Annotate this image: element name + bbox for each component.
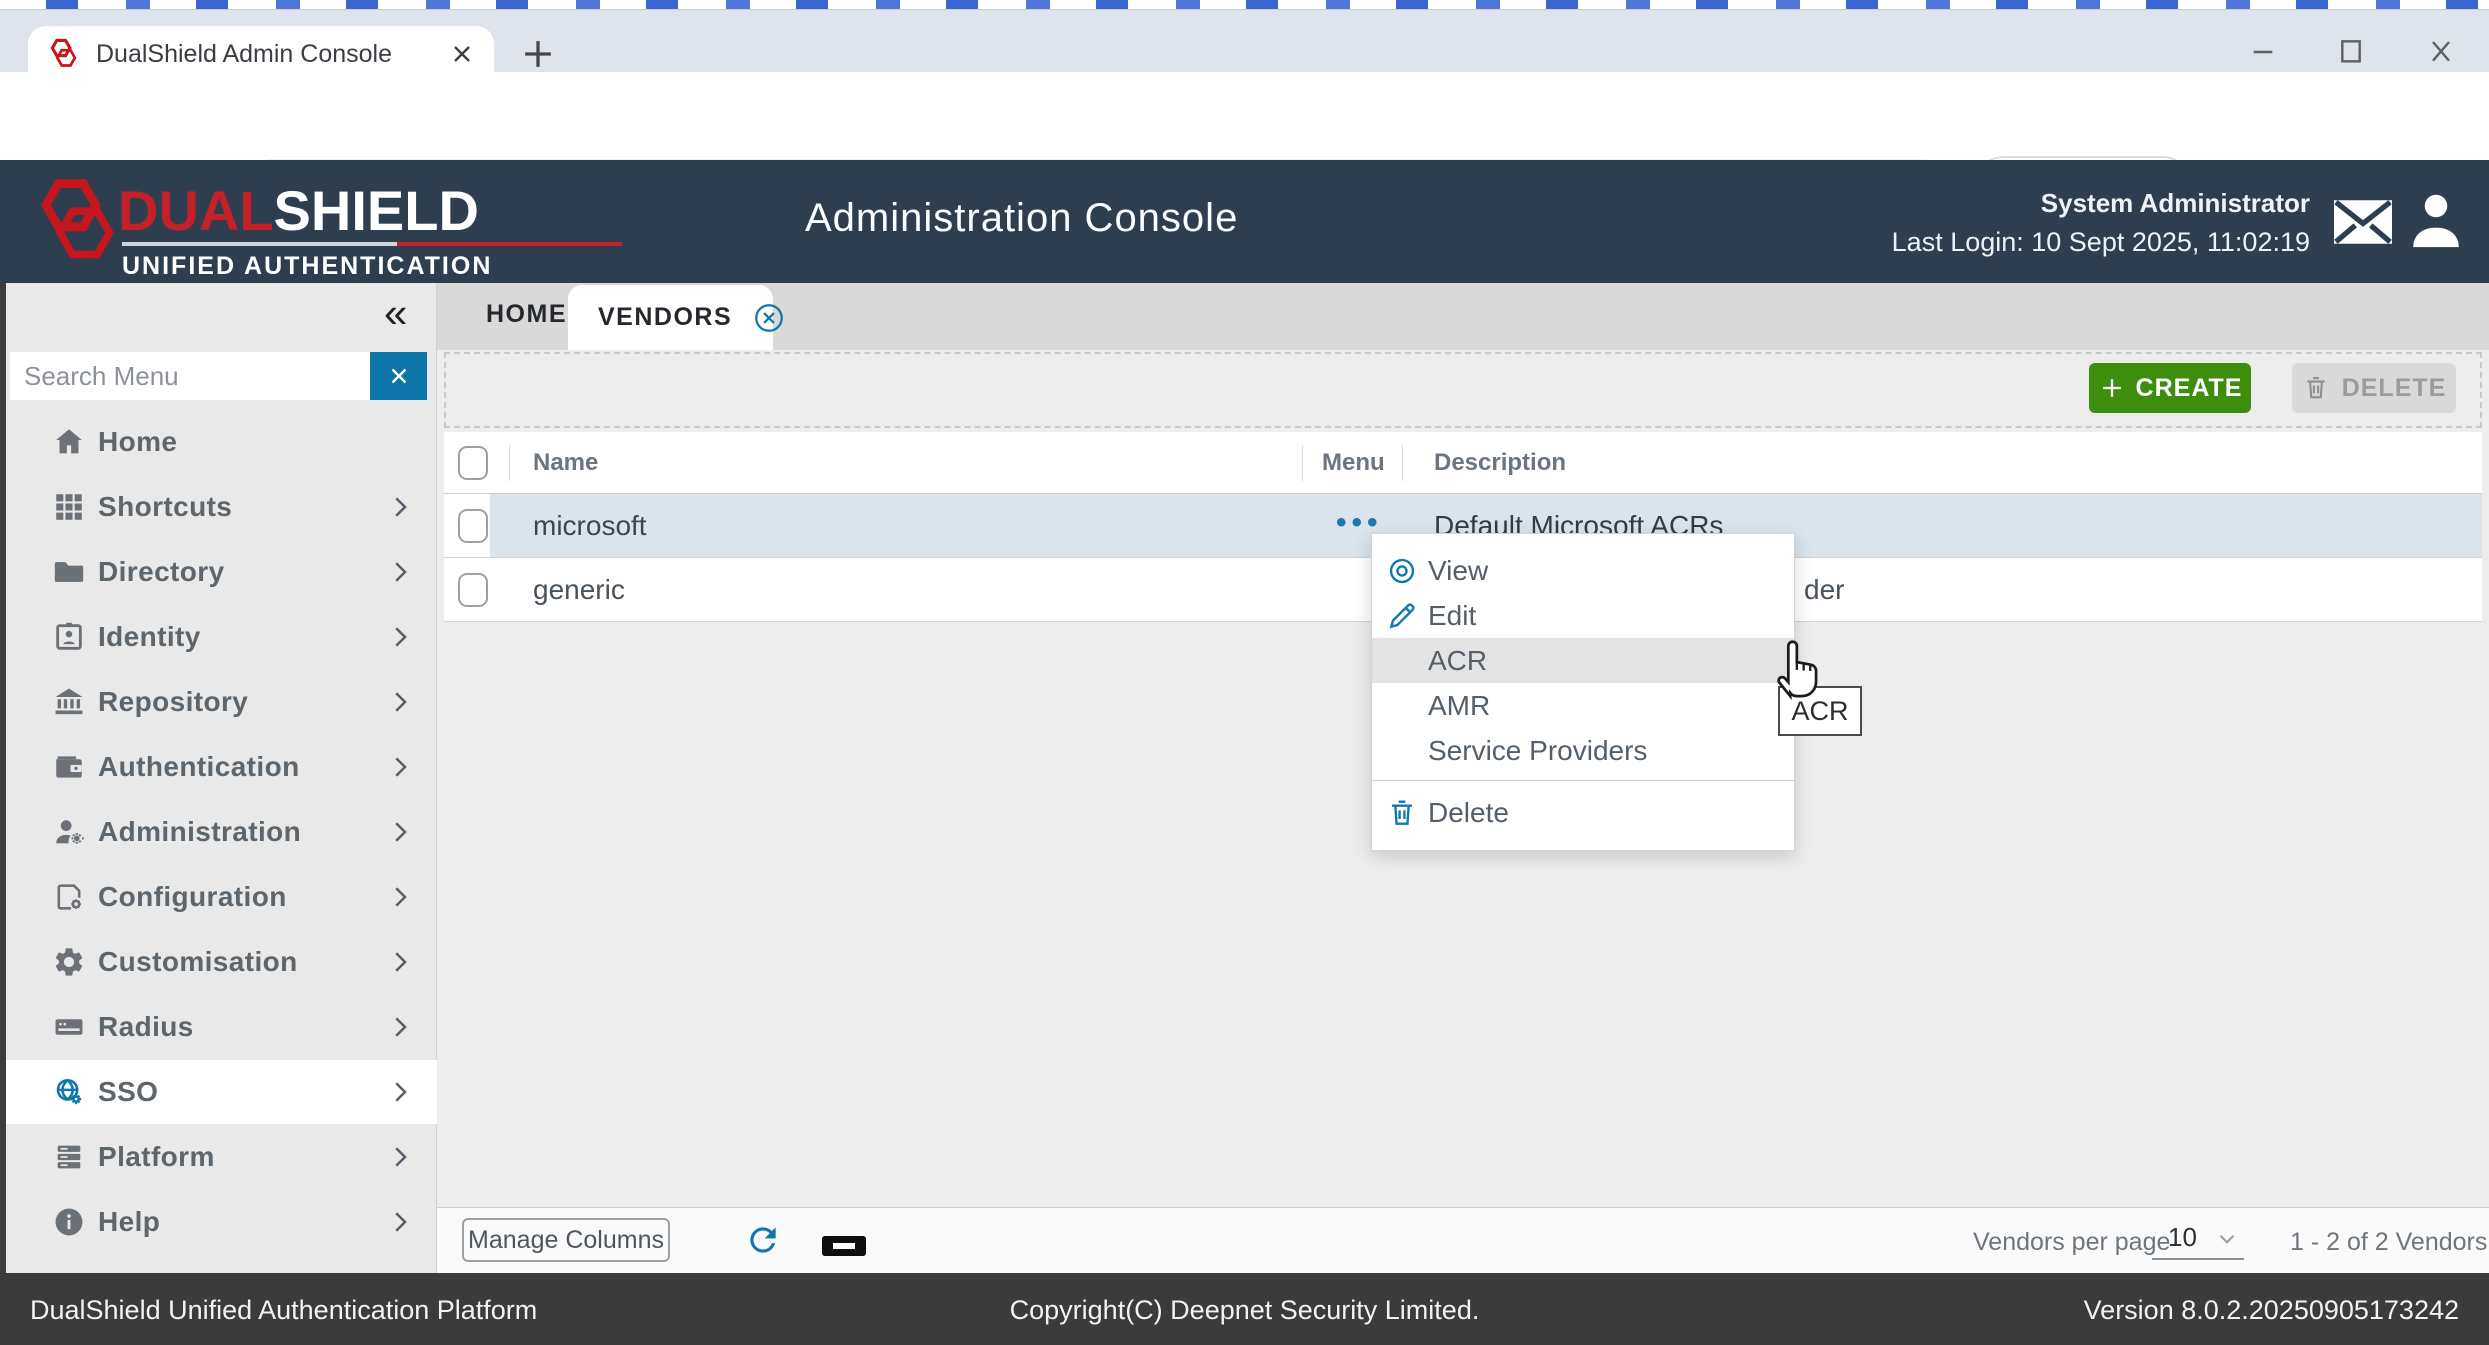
row-context-menu: View Edit ACR AMR Service Providers Dele… — [1371, 533, 1795, 851]
menu-item-service-providers[interactable]: Service Providers — [1372, 728, 1794, 773]
sidebar-item-configuration[interactable]: Configuration — [6, 865, 437, 929]
grid-icon — [52, 490, 86, 524]
chevron-right-icon — [385, 1142, 415, 1172]
tab-vendors-close-icon[interactable] — [752, 301, 786, 335]
manage-columns-button[interactable]: Manage Columns — [462, 1218, 670, 1262]
row-checkbox[interactable] — [458, 573, 488, 607]
dualshield-logo-icon — [28, 174, 124, 270]
screen: DualShield Admin Console — [0, 0, 2489, 1345]
sidebar-item-authentication[interactable]: Authentication — [6, 735, 437, 799]
search-input[interactable] — [10, 352, 370, 400]
sidebar-item-platform[interactable]: Platform — [6, 1125, 437, 1189]
sidebar-item-shortcuts[interactable]: Shortcuts — [6, 475, 437, 539]
dualshield-wordmark: DUALSHIELD — [118, 178, 479, 243]
chevron-right-icon — [385, 1077, 415, 1107]
horizontal-scrollbar-thumb[interactable] — [822, 1236, 866, 1256]
user-gear-icon — [52, 815, 86, 849]
folder-icon — [52, 555, 86, 589]
chevron-right-icon — [385, 1207, 415, 1237]
tab-home[interactable]: HOME — [486, 300, 567, 329]
sidebar-item-radius[interactable]: Radius — [6, 995, 437, 1059]
chevron-right-icon — [385, 687, 415, 717]
tab-close-icon[interactable] — [448, 40, 476, 68]
user-name: System Administrator — [1892, 188, 2310, 219]
column-header-name: Name — [533, 432, 598, 494]
chevron-down-icon — [2214, 1226, 2240, 1252]
delete-button[interactable]: DELETE — [2292, 363, 2456, 413]
sidebar-item-home[interactable]: Home — [6, 410, 437, 474]
chevron-right-icon — [385, 882, 415, 912]
account-icon[interactable] — [2410, 190, 2462, 248]
chevron-right-icon — [385, 947, 415, 977]
menu-item-amr[interactable]: AMR — [1372, 683, 1794, 728]
menu-item-delete[interactable]: Delete — [1372, 790, 1794, 835]
logo-divider — [122, 242, 622, 246]
wallet-icon — [52, 750, 86, 784]
refresh-icon[interactable] — [744, 1221, 782, 1259]
sidebar-item-sso[interactable]: SSO — [6, 1060, 437, 1124]
dualshield-favicon-icon — [46, 37, 80, 71]
sidebar-item-customisation[interactable]: Customisation — [6, 930, 437, 994]
cell-name: microsoft — [533, 510, 647, 542]
menu-item-acr[interactable]: ACR — [1372, 638, 1794, 683]
background-window-sliver — [0, 0, 2489, 10]
chevron-right-icon — [385, 1012, 415, 1042]
chevron-right-icon — [385, 492, 415, 522]
tab-title: DualShield Admin Console — [96, 40, 448, 69]
chevron-right-icon — [385, 752, 415, 782]
create-button[interactable]: CREATE — [2089, 363, 2251, 413]
per-page-select[interactable]: 10 — [2152, 1218, 2244, 1260]
menu-divider — [1372, 780, 1794, 781]
select-all-checkbox[interactable] — [458, 446, 488, 480]
logo-subtitle: UNIFIED AUTHENTICATION — [122, 252, 492, 281]
per-page-label: Vendors per page — [1973, 1228, 2170, 1257]
document-gear-icon — [52, 880, 86, 914]
id-card-icon — [52, 620, 86, 654]
pagination-range: 1 - 2 of 2 Vendors — [2290, 1228, 2487, 1257]
window-maximize-icon[interactable] — [2331, 36, 2371, 68]
gear-icon — [52, 945, 86, 979]
table-header: Name Menu Description — [444, 432, 2482, 494]
server-stack-icon — [52, 1140, 86, 1174]
last-login: Last Login: 10 Sept 2025, 11:02:19 — [1892, 227, 2310, 258]
column-header-menu: Menu — [1322, 432, 1385, 494]
pencil-icon — [1386, 600, 1418, 632]
sidebar-item-directory[interactable]: Directory — [6, 540, 437, 604]
new-tab-icon[interactable] — [516, 32, 560, 76]
info-icon — [52, 1205, 86, 1239]
cell-name: generic — [533, 574, 625, 606]
chevron-right-icon — [385, 817, 415, 847]
window-minimize-icon[interactable] — [2243, 36, 2283, 68]
app-header: DUALSHIELD UNIFIED AUTHENTICATION Admini… — [0, 160, 2489, 283]
sidebar-item-help[interactable]: Help — [6, 1190, 437, 1254]
status-version: Version 8.0.2.20250905173242 — [2084, 1295, 2459, 1326]
page-title: Administration Console — [805, 196, 1238, 241]
globe-gear-icon — [52, 1075, 86, 1109]
column-header-description: Description — [1434, 432, 1566, 494]
chevron-right-icon — [385, 557, 415, 587]
tab-vendors[interactable]: VENDORS — [568, 285, 773, 350]
browser-toolbar: demo.la.deepnetid.com:8073/dac/#/SSO/ven… — [0, 72, 2489, 160]
trash-icon — [1386, 797, 1418, 829]
cell-description-fragment: der — [1804, 574, 1844, 606]
menu-item-view[interactable]: View — [1372, 548, 1794, 593]
bank-icon — [52, 685, 86, 719]
mail-icon[interactable] — [2334, 200, 2392, 244]
browser-tab-bar: DualShield Admin Console — [0, 10, 2489, 72]
server-icon — [52, 1010, 86, 1044]
user-block: System Administrator Last Login: 10 Sept… — [1892, 188, 2310, 258]
window-close-icon[interactable] — [2421, 36, 2461, 68]
sidebar-item-repository[interactable]: Repository — [6, 670, 437, 734]
sidebar-item-identity[interactable]: Identity — [6, 605, 437, 669]
chevron-right-icon — [385, 622, 415, 652]
hand-cursor — [1770, 634, 1828, 700]
sidebar-collapse-icon[interactable]: « — [384, 292, 407, 334]
row-checkbox[interactable] — [458, 509, 488, 543]
home-icon — [52, 425, 86, 459]
sidebar-item-administration[interactable]: Administration — [6, 800, 437, 864]
eye-icon — [1386, 555, 1418, 587]
search-clear-button[interactable] — [370, 352, 427, 400]
status-bar: DualShield Unified Authentication Platfo… — [0, 1273, 2489, 1345]
menu-item-edit[interactable]: Edit — [1372, 593, 1794, 638]
